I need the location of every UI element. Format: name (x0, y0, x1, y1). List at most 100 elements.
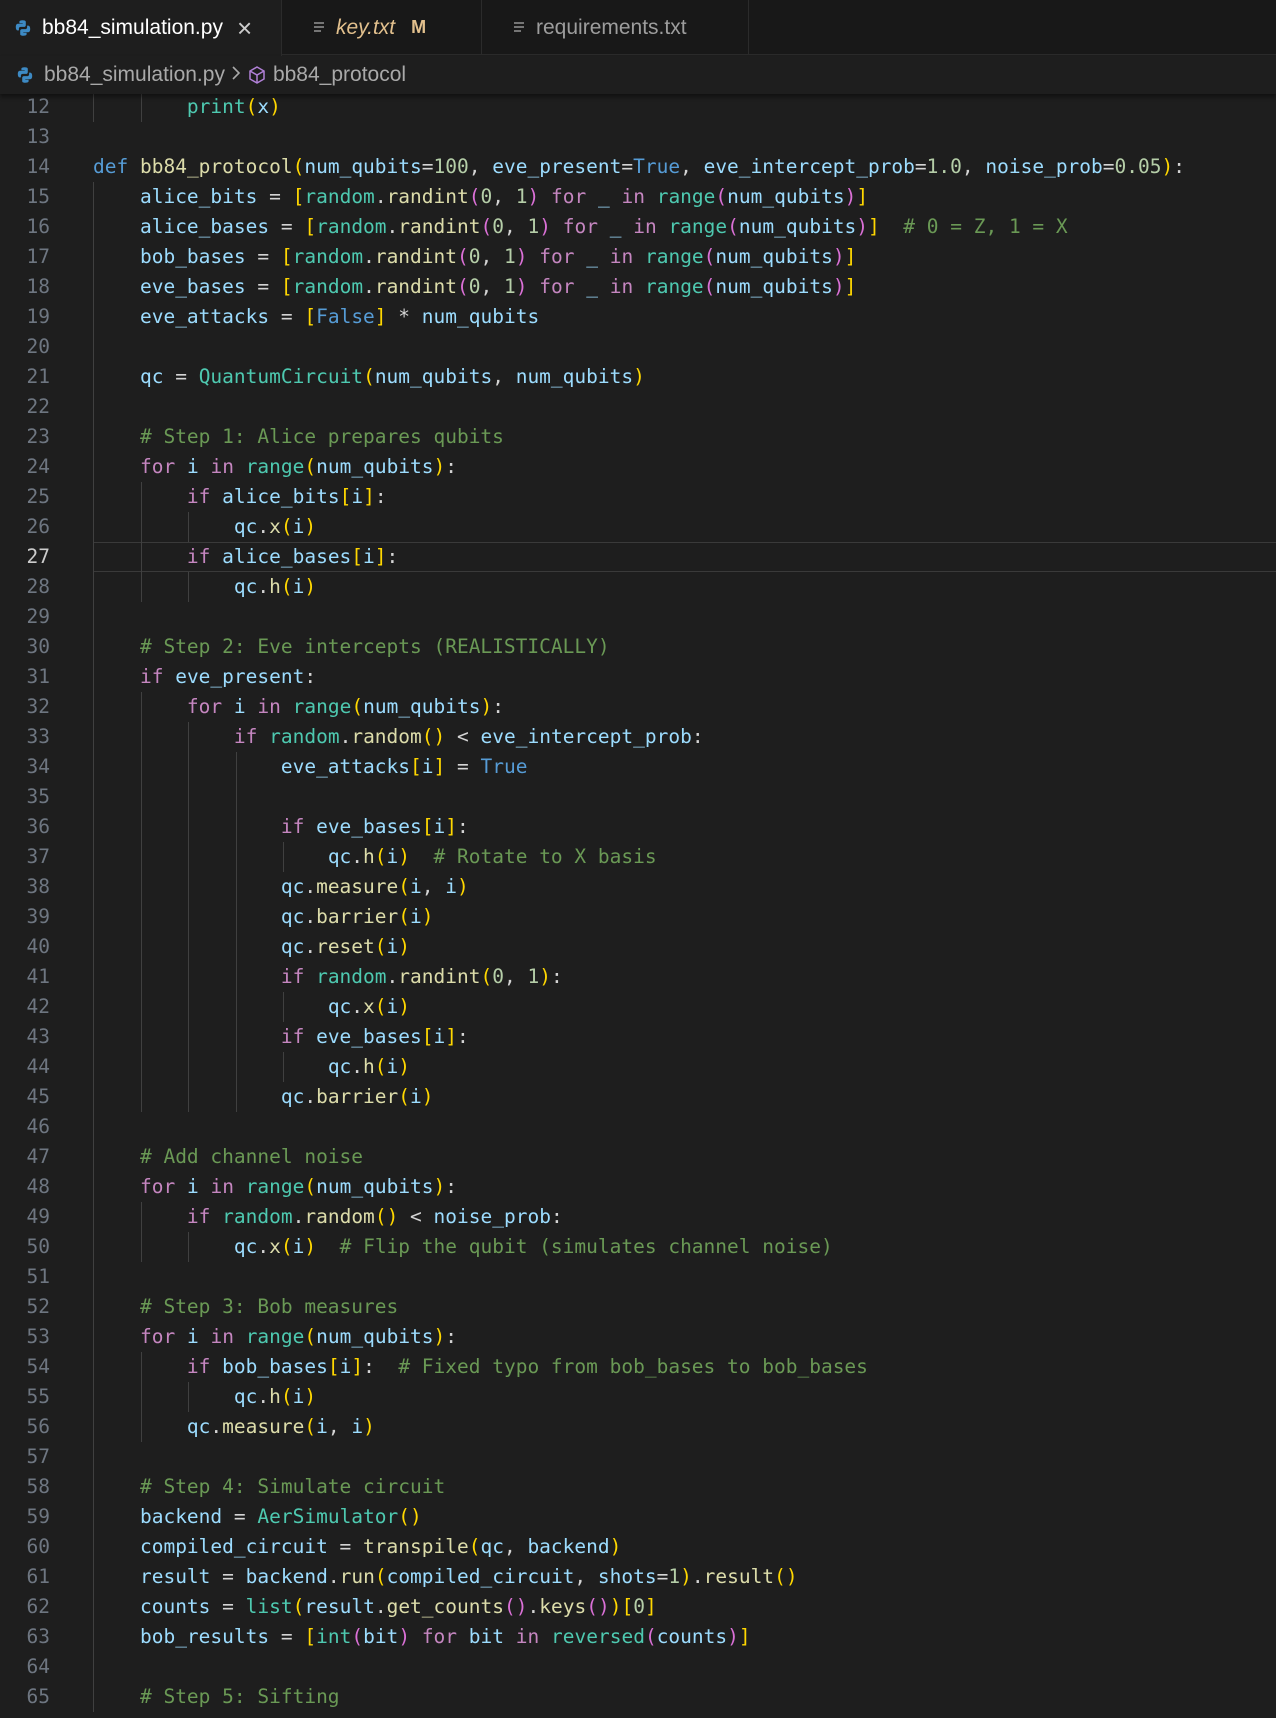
code-line[interactable]: 43 if eve_bases[i]: (0, 1022, 1276, 1052)
code-text: for i in range(num_qubits): (139, 1325, 458, 1348)
close-icon[interactable]: × (237, 15, 252, 41)
line-number: 42 (26, 995, 50, 1018)
code-line[interactable]: 65 # Step 5: Sifting (0, 1682, 1276, 1712)
code-line[interactable]: 62 counts = list(result.get_counts().key… (0, 1592, 1276, 1622)
code-text: # Step 1: Alice prepares qubits (139, 425, 504, 448)
line-number: 19 (26, 305, 50, 328)
code-text: result = backend.run(compiled_circuit, s… (139, 1565, 798, 1588)
line-number: 18 (26, 275, 50, 298)
breadcrumb-file[interactable]: bb84_simulation.py (16, 63, 225, 87)
tab-bb84-simulation[interactable]: bb84_simulation.py × (0, 0, 282, 56)
code-line[interactable]: 24 for i in range(num_qubits): (0, 452, 1276, 482)
code-line[interactable]: 13 (0, 122, 1276, 152)
code-editor[interactable]: 12 print(x) 13 14 def bb84_protocol(num_qub… (0, 94, 1276, 1718)
code-line[interactable]: 41 if random.randint(0, 1): (0, 962, 1276, 992)
code-line[interactable]: 54 if bob_bases[i]: # Fixed typo from bo… (0, 1352, 1276, 1382)
code-line[interactable]: 52 # Step 3: Bob measures (0, 1292, 1276, 1322)
code-text: if random.random() < noise_prob: (186, 1205, 563, 1228)
code-text: eve_bases = [random.randint(0, 1) for _ … (139, 275, 857, 298)
code-line[interactable]: 40 qc.reset(i) (0, 932, 1276, 962)
line-number: 48 (26, 1175, 50, 1198)
code-line[interactable]: 60 compiled_circuit = transpile(qc, back… (0, 1532, 1276, 1562)
line-number: 26 (26, 515, 50, 538)
line-number: 41 (26, 965, 50, 988)
code-line[interactable]: 35 (0, 782, 1276, 812)
code-line[interactable]: 21 qc = QuantumCircuit(num_qubits, num_q… (0, 362, 1276, 392)
line-number: 16 (26, 215, 50, 238)
indent-guide (140, 782, 142, 812)
chevron-right-icon (231, 64, 241, 87)
code-line[interactable]: 34 eve_attacks[i] = True (0, 752, 1276, 782)
code-line[interactable]: 22 (0, 392, 1276, 422)
code-line[interactable]: 33 if random.random() < eve_intercept_pr… (0, 722, 1276, 752)
code-line[interactable]: 64 (0, 1652, 1276, 1682)
code-line[interactable]: 15 alice_bits = [random.randint(0, 1) fo… (0, 182, 1276, 212)
indent-guide (93, 1112, 94, 1142)
code-line[interactable]: 51 (0, 1262, 1276, 1292)
line-number: 12 (26, 95, 50, 118)
indent-guide (188, 782, 190, 812)
code-line[interactable]: 49 if random.random() < noise_prob: (0, 1202, 1276, 1232)
code-line[interactable]: 32 for i in range(num_qubits): (0, 692, 1276, 722)
code-line[interactable]: 55 qc.h(i) (0, 1382, 1276, 1412)
code-line[interactable]: 42 qc.x(i) (0, 992, 1276, 1022)
method-cube-icon (247, 65, 267, 85)
code-line[interactable]: 25 if alice_bits[i]: (0, 482, 1276, 512)
code-line[interactable]: 39 qc.barrier(i) (0, 902, 1276, 932)
line-number: 15 (26, 185, 50, 208)
python-icon (14, 19, 32, 37)
line-number: 54 (26, 1355, 50, 1378)
code-text: if random.random() < eve_intercept_prob: (233, 725, 704, 748)
line-number: 36 (26, 815, 50, 838)
code-line[interactable]: 58 # Step 4: Simulate circuit (0, 1472, 1276, 1502)
modified-badge: M (411, 17, 427, 37)
code-line[interactable]: 37 qc.h(i) # Rotate to X basis (0, 842, 1276, 872)
code-line[interactable]: 30 # Step 2: Eve intercepts (REALISTICAL… (0, 632, 1276, 662)
code-line[interactable]: 29 (0, 602, 1276, 632)
code-line[interactable]: 59 backend = AerSimulator() (0, 1502, 1276, 1532)
code-line[interactable]: 44 qc.h(i) (0, 1052, 1276, 1082)
code-line[interactable]: 31 if eve_present: (0, 662, 1276, 692)
code-text: qc.x(i) # Flip the qubit (simulates chan… (233, 1235, 833, 1258)
code-line[interactable]: 53 for i in range(num_qubits): (0, 1322, 1276, 1352)
breadcrumb: bb84_simulation.py bb84_protocol (0, 56, 1276, 94)
code-text: alice_bases = [random.randint(0, 1) for … (139, 215, 1068, 238)
code-text: qc = QuantumCircuit(num_qubits, num_qubi… (139, 365, 645, 388)
code-line[interactable]: 14 def bb84_protocol(num_qubits=100, eve_… (0, 152, 1276, 182)
line-number: 58 (26, 1475, 50, 1498)
indent-guide (93, 602, 94, 632)
code-line[interactable]: 47 # Add channel noise (0, 1142, 1276, 1172)
code-line[interactable]: 18 eve_bases = [random.randint(0, 1) for… (0, 272, 1276, 302)
line-number: 30 (26, 635, 50, 658)
code-line[interactable]: 27 if alice_bases[i]: (0, 542, 1276, 572)
breadcrumb-symbol[interactable]: bb84_protocol (247, 63, 406, 87)
code-line[interactable]: 50 qc.x(i) # Flip the qubit (simulates c… (0, 1232, 1276, 1262)
code-line[interactable]: 12 print(x) (0, 94, 1276, 122)
code-line[interactable]: 61 result = backend.run(compiled_circuit… (0, 1562, 1276, 1592)
code-line[interactable]: 16 alice_bases = [random.randint(0, 1) f… (0, 212, 1276, 242)
code-line[interactable]: 20 (0, 332, 1276, 362)
python-icon (16, 66, 34, 84)
code-line[interactable]: 46 (0, 1112, 1276, 1142)
line-number: 21 (26, 365, 50, 388)
code-line[interactable]: 17 bob_bases = [random.randint(0, 1) for… (0, 242, 1276, 272)
line-number: 31 (26, 665, 50, 688)
code-line[interactable]: 63 bob_results = [int(bit) for bit in re… (0, 1622, 1276, 1652)
code-line[interactable]: 57 (0, 1442, 1276, 1472)
code-line[interactable]: 38 qc.measure(i, i) (0, 872, 1276, 902)
line-number: 13 (26, 125, 50, 148)
code-line[interactable]: 56 qc.measure(i, i) (0, 1412, 1276, 1442)
code-line[interactable]: 26 qc.x(i) (0, 512, 1276, 542)
tab-requirements-txt[interactable]: requirements.txt (482, 0, 749, 55)
line-number: 24 (26, 455, 50, 478)
code-text: qc.x(i) (233, 515, 317, 538)
code-line[interactable]: 28 qc.h(i) (0, 572, 1276, 602)
code-line[interactable]: 45 qc.barrier(i) (0, 1082, 1276, 1112)
line-number: 44 (26, 1055, 50, 1078)
tab-key-txt[interactable]: key.txt M (282, 0, 482, 55)
code-line[interactable]: 36 if eve_bases[i]: (0, 812, 1276, 842)
line-number: 50 (26, 1235, 50, 1258)
code-line[interactable]: 48 for i in range(num_qubits): (0, 1172, 1276, 1202)
code-line[interactable]: 19 eve_attacks = [False] * num_qubits (0, 302, 1276, 332)
code-line[interactable]: 23 # Step 1: Alice prepares qubits (0, 422, 1276, 452)
